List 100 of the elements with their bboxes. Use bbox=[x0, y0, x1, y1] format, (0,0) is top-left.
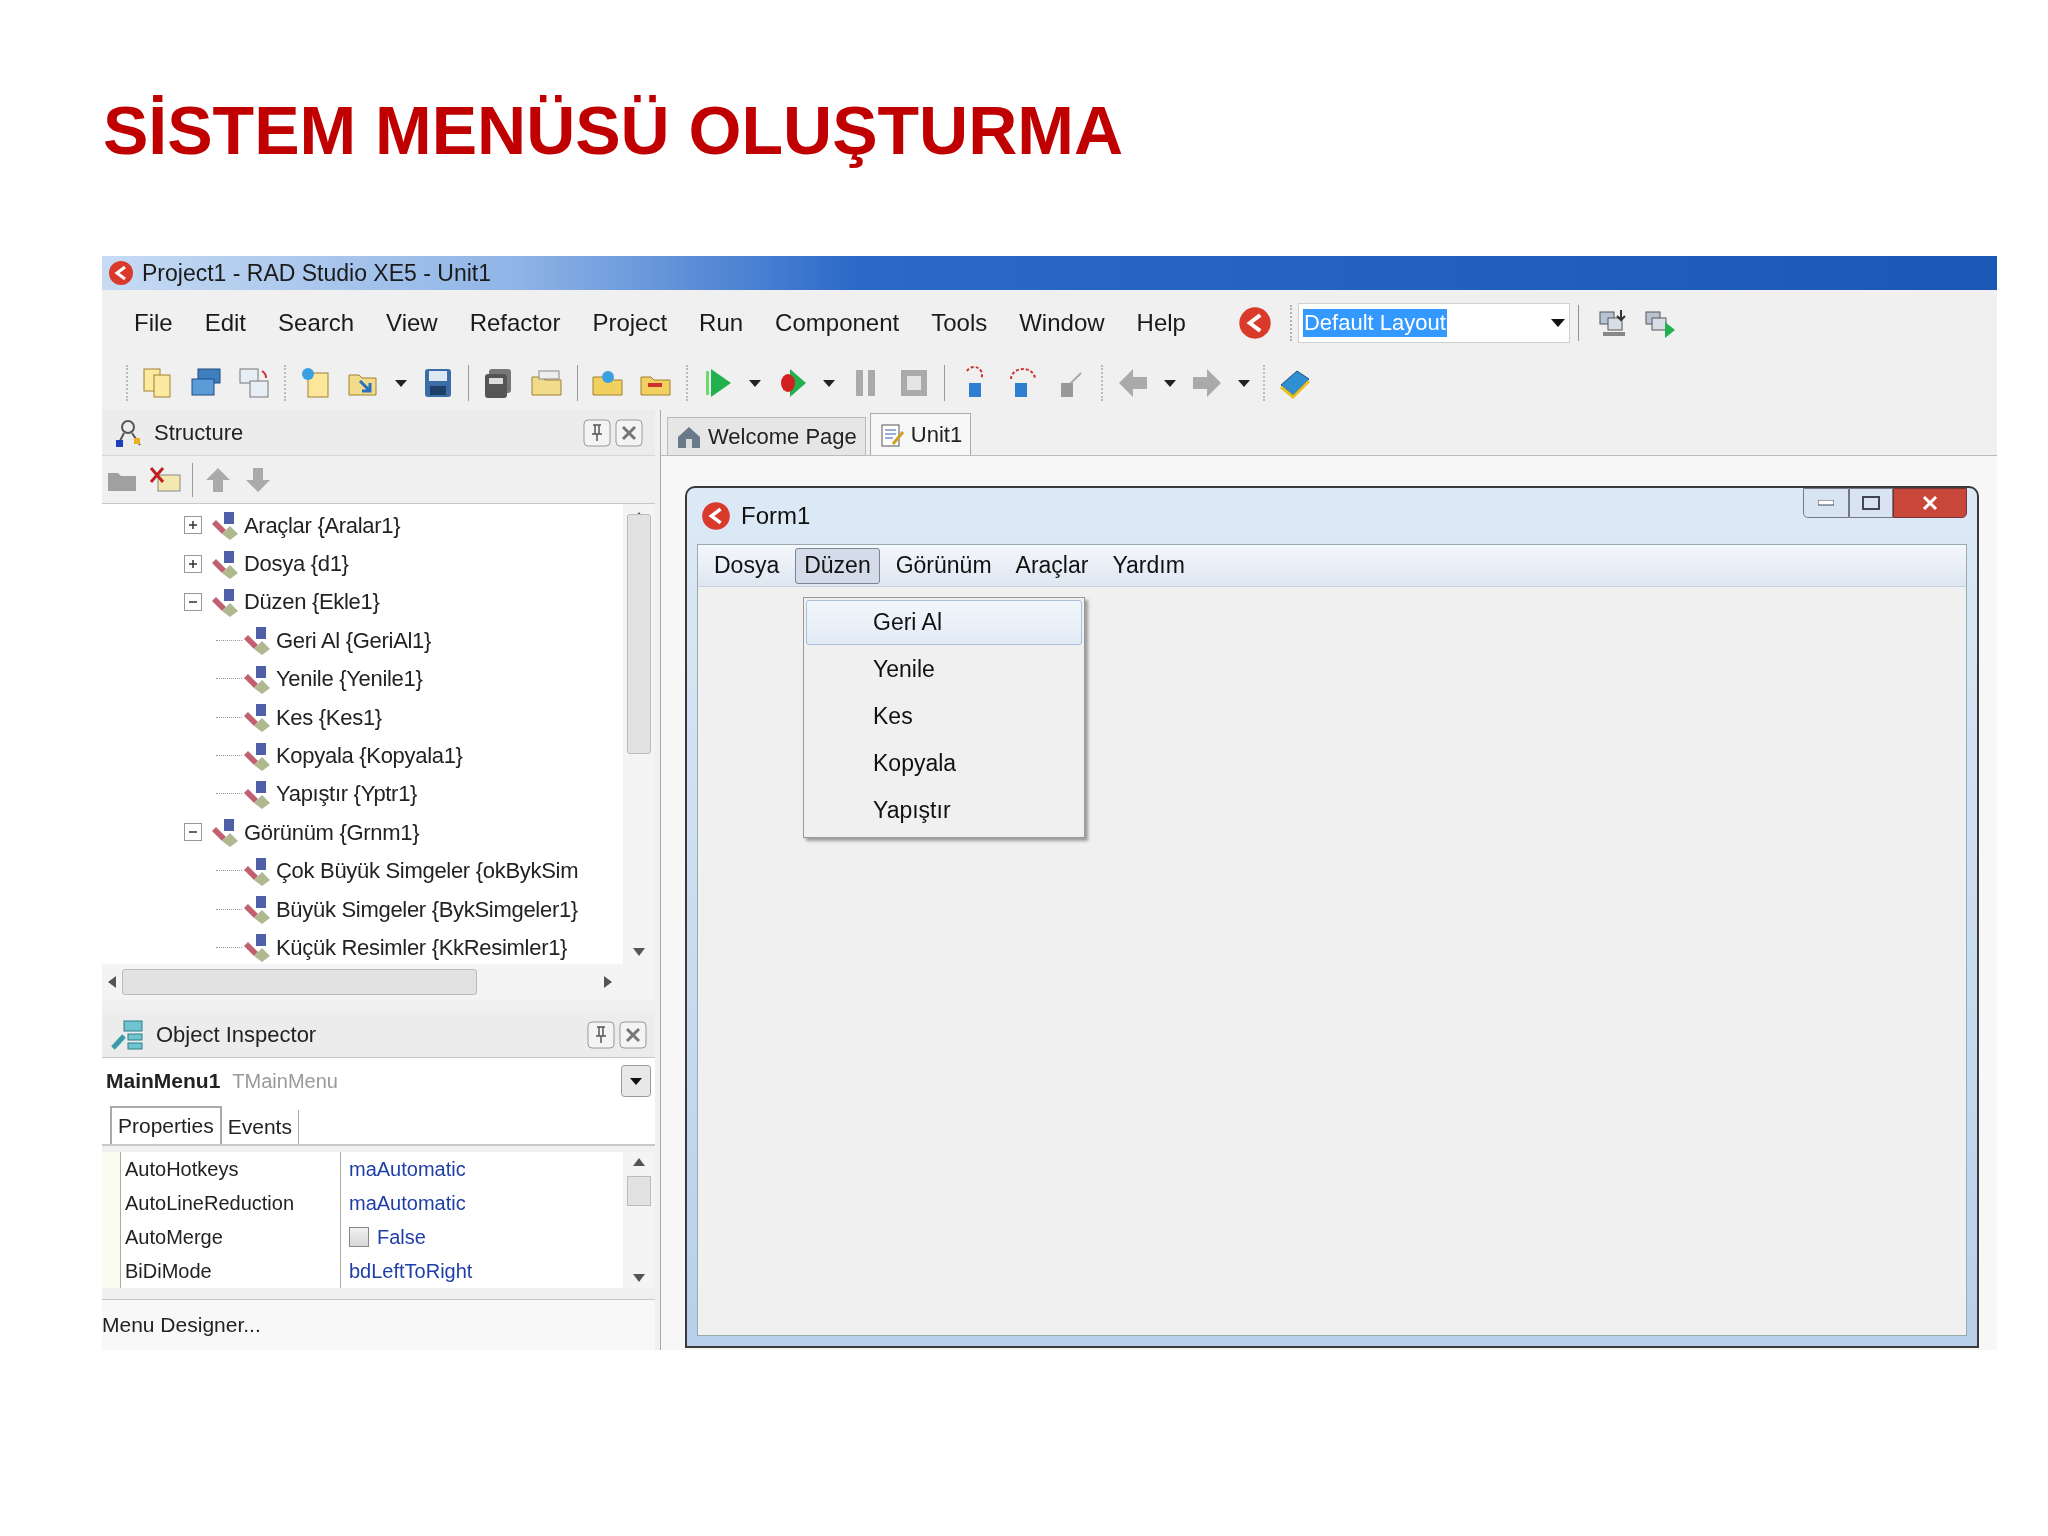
menu-item[interactable]: Project bbox=[580, 304, 680, 341]
right-caret-icon[interactable] bbox=[604, 976, 612, 988]
form-file-icon bbox=[878, 421, 905, 448]
close-icon[interactable] bbox=[615, 418, 643, 447]
component-icon bbox=[210, 586, 240, 617]
up-caret-icon[interactable] bbox=[633, 1158, 645, 1166]
property-name: BiDiMode bbox=[121, 1254, 341, 1288]
tree-item[interactable]: Görünüm {Grnm1} bbox=[244, 815, 420, 849]
menu-item[interactable]: Araçlar bbox=[1007, 547, 1097, 584]
component-icon bbox=[210, 548, 240, 579]
property-value[interactable]: maAutomatic bbox=[349, 1188, 466, 1218]
tree-item[interactable]: Küçük Resimler {KkResimler1} bbox=[276, 931, 568, 964]
tree-item[interactable]: Çok Büyük Simgeler {okBykSim bbox=[276, 854, 579, 888]
tab[interactable]: Welcome Page bbox=[667, 417, 866, 455]
menu-item[interactable]: Kes bbox=[806, 694, 1082, 739]
tree-item[interactable]: Büyük Simgeler {BykSimgeler1} bbox=[276, 892, 578, 926]
component-selector[interactable]: MainMenu1 TMainMenu bbox=[102, 1058, 655, 1104]
minimize-icon bbox=[1818, 500, 1834, 506]
component-icon bbox=[242, 740, 272, 771]
component-icon bbox=[210, 817, 240, 848]
slide-title: SİSTEM MENÜSÜ OLUŞTURMA bbox=[103, 91, 1123, 170]
property-value[interactable]: False bbox=[377, 1222, 426, 1252]
menu-item[interactable]: Refactor bbox=[457, 304, 573, 341]
inspector-icon bbox=[110, 1017, 146, 1052]
down-caret-icon[interactable] bbox=[633, 948, 645, 956]
vertical-scrollbar[interactable] bbox=[623, 504, 655, 964]
tree-item[interactable]: Dosya {d1} bbox=[244, 547, 349, 581]
tree-item[interactable]: Araçlar {Aralar1} bbox=[244, 508, 401, 542]
structure-icon bbox=[114, 417, 144, 448]
window-title: Project1 - RAD Studio XE5 - Unit1 bbox=[142, 258, 491, 288]
tree-item[interactable]: Düzen {Ekle1} bbox=[244, 585, 380, 619]
app-logo-icon[interactable] bbox=[1237, 305, 1272, 340]
scrollbar-thumb[interactable] bbox=[122, 969, 477, 995]
app-logo-icon bbox=[701, 501, 731, 531]
tree-item[interactable]: Yapıştır {Yptr1} bbox=[276, 777, 418, 811]
menu-item[interactable]: File bbox=[122, 304, 185, 341]
component-icon bbox=[242, 855, 272, 886]
panel-title: Object Inspector bbox=[156, 1021, 317, 1049]
app-logo-icon bbox=[108, 260, 134, 286]
close-icon bbox=[1922, 496, 1938, 510]
tab[interactable]: Events bbox=[221, 1110, 299, 1144]
menu-item[interactable]: Yenile bbox=[806, 647, 1082, 692]
vertical-scrollbar[interactable] bbox=[623, 1152, 655, 1288]
property-value[interactable]: bdLeftToRight bbox=[349, 1256, 473, 1286]
tab[interactable]: Unit1 bbox=[869, 413, 972, 455]
component-icon bbox=[242, 625, 272, 656]
pin-icon[interactable] bbox=[583, 418, 611, 447]
panel-title: Structure bbox=[154, 419, 244, 447]
menu-item[interactable]: Dosya bbox=[706, 547, 788, 584]
menu-item[interactable]: View bbox=[374, 304, 450, 341]
scrollbar-thumb[interactable] bbox=[627, 514, 651, 754]
minimize-button[interactable] bbox=[1803, 488, 1849, 518]
menu-item[interactable]: Component bbox=[763, 304, 912, 341]
property-name: AutoLineReduction bbox=[121, 1186, 341, 1220]
close-button[interactable] bbox=[1893, 488, 1967, 518]
component-icon bbox=[242, 778, 272, 809]
maximize-icon bbox=[1862, 496, 1880, 510]
delete-icon[interactable] bbox=[148, 464, 182, 495]
component-icon bbox=[242, 894, 272, 925]
tab[interactable]: Properties bbox=[110, 1106, 222, 1144]
menu-item[interactable]: Run bbox=[687, 304, 756, 341]
pin-icon[interactable] bbox=[587, 1020, 615, 1049]
property-name: AutoMerge bbox=[121, 1220, 341, 1254]
tree-item[interactable]: Geri Al {GeriAl1} bbox=[276, 623, 432, 657]
component-icon bbox=[242, 932, 272, 963]
tree-item[interactable]: Kes {Kes1} bbox=[276, 700, 382, 734]
expand-toggle[interactable] bbox=[184, 554, 202, 573]
menu-item[interactable]: Edit bbox=[192, 304, 259, 341]
caret-icon bbox=[1550, 318, 1565, 327]
tree-item[interactable]: Kopyala {Kopyala1} bbox=[276, 739, 463, 773]
component-icon bbox=[210, 510, 240, 541]
tree-item[interactable]: Yenile {Yenile1} bbox=[276, 662, 423, 696]
menu-item[interactable]: Geri Al bbox=[806, 600, 1082, 645]
plus-icon bbox=[187, 557, 199, 570]
property-value[interactable]: maAutomatic bbox=[349, 1154, 466, 1184]
menu-item[interactable]: Yardım bbox=[1104, 547, 1193, 584]
menu-item[interactable]: Görünüm bbox=[887, 547, 1000, 584]
menu-designer-link[interactable]: Menu Designer... bbox=[102, 1309, 261, 1341]
menu-item[interactable]: Yapıştır bbox=[806, 788, 1082, 833]
left-caret-icon[interactable] bbox=[108, 976, 116, 988]
component-icon bbox=[242, 702, 272, 733]
menu-item[interactable]: Tools bbox=[919, 304, 1000, 341]
collapse-toggle[interactable] bbox=[184, 823, 202, 842]
dropdown-caret-icon[interactable] bbox=[621, 1065, 651, 1097]
checkbox[interactable] bbox=[349, 1227, 369, 1247]
collapse-toggle[interactable] bbox=[184, 592, 202, 611]
maximize-button[interactable] bbox=[1849, 488, 1893, 518]
down-caret-icon[interactable] bbox=[633, 1274, 645, 1282]
scrollbar-thumb[interactable] bbox=[627, 1176, 651, 1206]
property-name: AutoHotkeys bbox=[121, 1152, 341, 1186]
expand-toggle[interactable] bbox=[184, 516, 202, 535]
plus-icon bbox=[187, 519, 199, 532]
menu-item[interactable]: Window bbox=[1007, 304, 1117, 341]
component-icon bbox=[242, 663, 272, 694]
close-icon[interactable] bbox=[619, 1020, 647, 1049]
menu-item[interactable]: Kopyala bbox=[806, 741, 1082, 786]
form-title: Form1 bbox=[741, 501, 811, 531]
menu-item[interactable]: Search bbox=[266, 304, 367, 341]
menu-item[interactable]: Help bbox=[1124, 304, 1198, 341]
menu-item[interactable]: Düzen bbox=[795, 547, 880, 584]
